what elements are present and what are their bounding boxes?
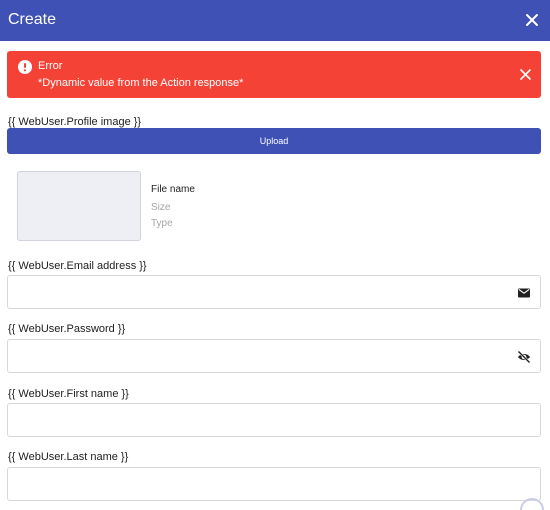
dialog-title: Create: [8, 11, 57, 28]
last-name-field[interactable]: [8, 468, 540, 500]
first-name-field-wrapper: [7, 403, 541, 437]
error-icon: [18, 60, 32, 74]
email-label: {{ WebUser.Email address }}: [8, 260, 147, 272]
mail-icon: [518, 288, 530, 298]
upload-button[interactable]: Upload: [7, 128, 541, 154]
email-field-wrapper: [7, 275, 541, 309]
dialog-header: Create: [0, 0, 550, 41]
last-name-field-wrapper: [7, 467, 541, 501]
first-name-field[interactable]: [8, 404, 540, 436]
alert-message: *Dynamic value from the Action response*: [38, 77, 244, 89]
alert-title: Error: [38, 60, 63, 72]
file-name: File name: [151, 184, 195, 195]
first-name-label: {{ WebUser.First name }}: [8, 388, 129, 400]
file-size-dot: [160, 208, 162, 210]
image-preview[interactable]: [17, 171, 141, 241]
error-alert: Error *Dynamic value from the Action res…: [7, 51, 541, 98]
password-label: {{ WebUser.Password }}: [8, 323, 126, 335]
visibility-off-icon[interactable]: [517, 350, 531, 364]
file-type: Type: [151, 218, 173, 229]
last-name-label: {{ WebUser.Last name }}: [8, 451, 129, 463]
email-field[interactable]: [8, 276, 540, 308]
password-field-wrapper: [7, 339, 541, 373]
password-field[interactable]: [8, 340, 540, 372]
close-icon[interactable]: [522, 10, 542, 30]
alert-close-icon[interactable]: [519, 68, 532, 81]
